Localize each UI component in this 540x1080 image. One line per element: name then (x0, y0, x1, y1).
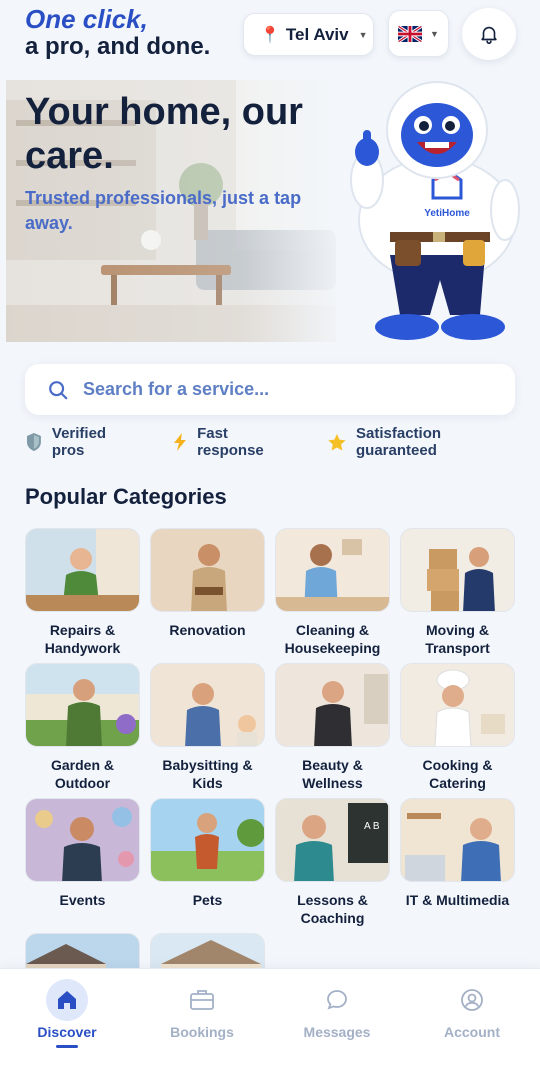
notifications-button[interactable] (462, 8, 516, 60)
trust-badge-label: Satisfaction guaranteed (356, 425, 442, 459)
category-label: Events (59, 892, 106, 908)
nav-label: Discover (37, 1024, 97, 1040)
category-renovation[interactable]: Renovation (150, 528, 265, 639)
category-label: Cleaning & Housekeeping (284, 622, 381, 656)
yeti-mascot-image: YetiHome (350, 81, 520, 340)
home-icon (58, 991, 76, 1009)
trust-badge-label: Fast response (197, 425, 264, 459)
category-image (25, 663, 140, 747)
hero-banner: Your home, our care. Trusted professiona… (0, 80, 540, 342)
nav-bookings[interactable]: Bookings (147, 979, 257, 1040)
search-bar[interactable] (25, 364, 515, 415)
uk-flag-icon (398, 25, 423, 42)
nav-account[interactable]: Account (417, 979, 527, 1040)
category-label: Beauty & Wellness (302, 757, 363, 791)
trust-badge-verified: Verified pros (25, 425, 142, 459)
trust-badge-label: Verified pros (51, 425, 107, 459)
shield-icon (26, 433, 41, 451)
category-label: Lessons & Coaching (297, 892, 368, 926)
category-image (25, 798, 140, 882)
lightning-icon (174, 433, 187, 451)
hero-title: Your home, our care. (25, 91, 303, 177)
category-label: Garden & Outdoor (50, 757, 114, 791)
category-image (150, 663, 265, 747)
category-label: Repairs & Handywork (44, 622, 121, 656)
chevron-down-icon: ▼ (430, 28, 439, 39)
search-icon (49, 380, 68, 399)
category-image (150, 798, 265, 882)
category-image: A B (275, 798, 390, 882)
nav-label: Account (444, 1024, 500, 1040)
bottom-navigation: Discover Bookings Messages Account (0, 968, 540, 1080)
location-selector[interactable]: 📍 Tel Aviv ▼ (243, 13, 374, 56)
category-repairs[interactable]: Repairs & Handywork (25, 528, 140, 657)
tagline-line-2: a pro, and done. (25, 33, 211, 60)
category-beauty[interactable]: Beauty & Wellness (275, 663, 390, 792)
mascot-shirt-text: YetiHome (424, 208, 470, 219)
category-pets[interactable]: Pets (150, 798, 265, 909)
nav-messages[interactable]: Messages (282, 979, 392, 1040)
user-circle-icon (461, 989, 483, 1011)
svg-text:A B: A B (364, 821, 380, 832)
language-selector[interactable]: ▼ (388, 10, 449, 57)
category-label: IT & Multimedia (405, 892, 510, 908)
category-cleaning[interactable]: Cleaning & Housekeeping (275, 528, 390, 657)
trust-badge-fast: Fast response (172, 425, 298, 459)
nav-label: Bookings (170, 1024, 234, 1040)
top-header: One click, a pro, and done. 📍 Tel Aviv ▼… (0, 0, 540, 72)
nav-discover[interactable]: Discover (12, 979, 122, 1048)
category-label: Babysitting & Kids (162, 757, 253, 791)
nav-label: Messages (303, 1024, 371, 1040)
category-moving[interactable]: Moving & Transport (400, 528, 515, 657)
category-image (150, 528, 265, 612)
category-it-multimedia[interactable]: IT & Multimedia (400, 798, 515, 909)
category-image (400, 528, 515, 612)
category-events[interactable]: Events (25, 798, 140, 909)
trust-badge-satisfaction: Satisfaction guaranteed (327, 425, 525, 459)
category-garden[interactable]: Garden & Outdoor (25, 663, 140, 792)
location-pin-icon: 📍 (260, 26, 280, 44)
trust-badges: Verified pros Fast response Satisfaction… (25, 425, 525, 459)
category-image (275, 663, 390, 747)
tagline-line-1: One click, (25, 4, 148, 34)
category-babysitting[interactable]: Babysitting & Kids (150, 663, 265, 792)
bell-icon (481, 26, 497, 44)
search-input[interactable] (83, 379, 483, 400)
popular-categories-title: Popular Categories (25, 484, 227, 509)
chevron-down-icon: ▼ (358, 29, 368, 40)
category-image (400, 663, 515, 747)
category-image (275, 528, 390, 612)
chat-bubble-icon (327, 990, 347, 1010)
star-icon (328, 433, 346, 450)
category-cooking[interactable]: Cooking & Catering (400, 663, 515, 792)
category-image (25, 528, 140, 612)
category-label: Moving & Transport (425, 622, 490, 656)
active-indicator (56, 1045, 78, 1048)
category-label: Pets (192, 892, 223, 908)
category-image (400, 798, 515, 882)
category-lessons[interactable]: A B Lessons & Coaching (275, 798, 390, 927)
category-label: Cooking & Catering (422, 757, 493, 791)
briefcase-icon (190, 990, 214, 1010)
category-label: Renovation (169, 622, 246, 638)
location-label: Tel Aviv (285, 24, 349, 44)
hero-subtitle: Trusted professionals, just a tap away. (25, 188, 302, 233)
